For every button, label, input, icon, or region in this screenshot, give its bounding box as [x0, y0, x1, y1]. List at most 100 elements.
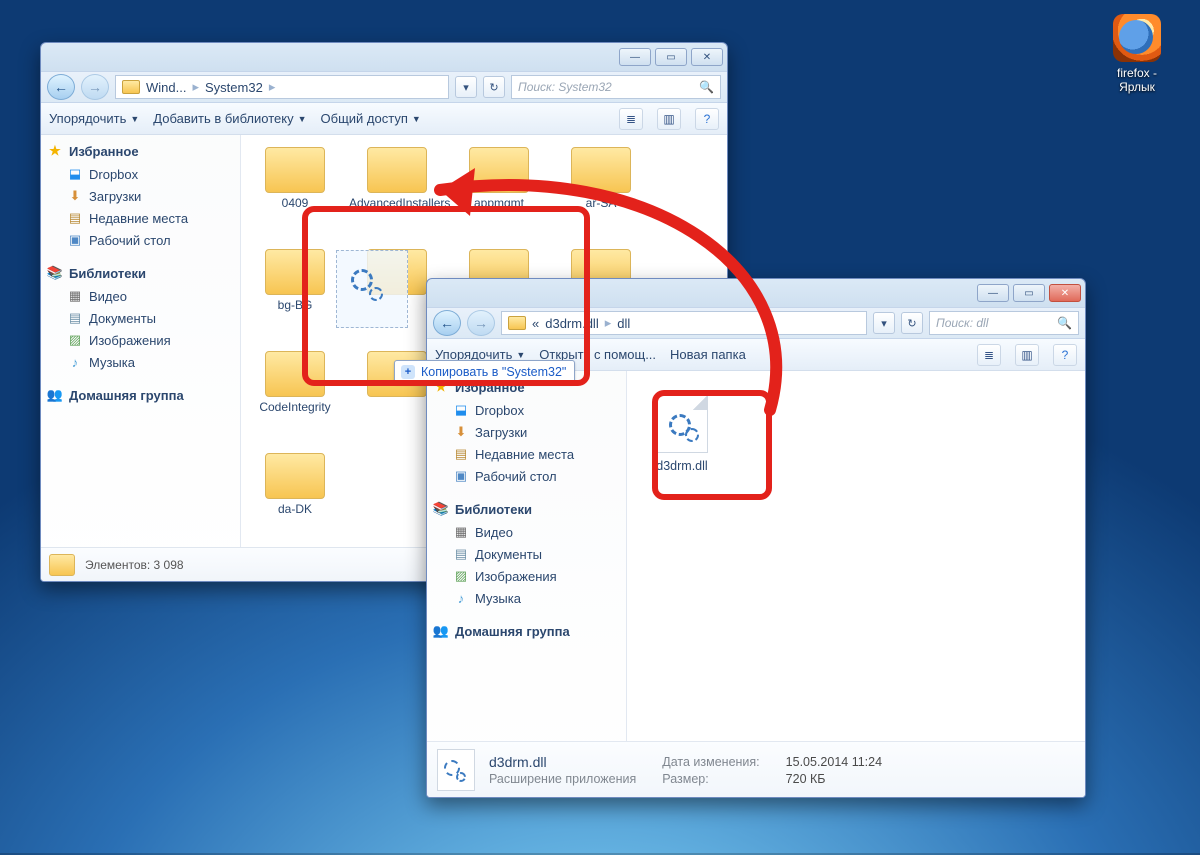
search-placeholder: Поиск: System32	[518, 80, 612, 94]
sidebar-item-dropbox[interactable]: ⬓Dropbox	[433, 399, 620, 421]
library-icon: 📚	[47, 265, 63, 281]
new-folder-button[interactable]: Новая папка	[670, 347, 746, 362]
refresh-button[interactable]: ↻	[483, 76, 505, 98]
search-input[interactable]: Поиск: dll 🔍	[929, 311, 1079, 335]
file-label: d3drm.dll	[647, 459, 717, 473]
folder-item[interactable]: 0409	[247, 145, 343, 241]
folder-content[interactable]: d3drm.dll	[627, 371, 1085, 741]
sidebar-item-documents[interactable]: ▤Документы	[433, 543, 620, 565]
downloads-icon: ⬇	[67, 188, 83, 204]
breadcrumb[interactable]: Wind... ▸ System32 ▸	[115, 75, 449, 99]
search-input[interactable]: Поиск: System32 🔍	[511, 75, 721, 99]
help-button[interactable]: ?	[695, 108, 719, 130]
document-icon: ▤	[67, 310, 83, 326]
nav-back-button[interactable]: ←	[47, 74, 75, 100]
desktop-shortcut-firefox[interactable]: firefox - Ярлык	[1104, 14, 1170, 94]
help-button[interactable]: ?	[1053, 344, 1077, 366]
breadcrumb[interactable]: « d3drm.dll ▸ dll	[501, 311, 867, 335]
sidebar-item-desktop[interactable]: ▣Рабочий стол	[433, 465, 620, 487]
music-icon: ♪	[67, 354, 83, 370]
breadcrumb-item[interactable]: Wind...	[146, 80, 186, 95]
breadcrumb-item[interactable]: System32	[205, 80, 263, 95]
desktop-icon: ▣	[67, 232, 83, 248]
folder-item[interactable]: da-DK	[247, 451, 343, 547]
view-options-button[interactable]: ≣	[619, 108, 643, 130]
nav-forward-button[interactable]: →	[81, 74, 109, 100]
star-icon: ★	[47, 143, 63, 159]
folder-item[interactable]: CodeIntegrity	[247, 349, 343, 445]
folder-icon	[367, 147, 427, 193]
sidebar-item-documents[interactable]: ▤Документы	[47, 307, 234, 329]
folder-icon	[469, 147, 529, 193]
scene: firefox - Ярлык — ▭ ✕ ← → Wind... ▸ Syst…	[0, 0, 1200, 855]
shortcut-label: firefox - Ярлык	[1104, 66, 1170, 94]
sidebar-item-pictures[interactable]: ▨Изображения	[47, 329, 234, 351]
preview-pane-button[interactable]: ▥	[657, 108, 681, 130]
navigation-pane[interactable]: ★Избранное ⬓Dropbox ⬇Загрузки ▤Недавние …	[427, 371, 627, 741]
preview-pane-button[interactable]: ▥	[1015, 344, 1039, 366]
maximize-button[interactable]: ▭	[1013, 284, 1045, 302]
drag-preview	[336, 250, 408, 328]
breadcrumb-item[interactable]: dll	[617, 316, 630, 331]
status-text: Элементов: 3 098	[85, 558, 184, 572]
breadcrumb-overflow[interactable]: «	[532, 316, 539, 331]
sidebar-item-pictures[interactable]: ▨Изображения	[433, 565, 620, 587]
breadcrumb-dropdown[interactable]: ▾	[873, 312, 895, 334]
homegroup-icon: 👥	[433, 623, 449, 639]
search-placeholder: Поиск: dll	[936, 316, 988, 330]
video-icon: ▦	[453, 524, 469, 540]
image-icon: ▨	[67, 332, 83, 348]
sidebar-item-videos[interactable]: ▦Видео	[433, 521, 620, 543]
close-button[interactable]: ✕	[1049, 284, 1081, 302]
sidebar-item-downloads[interactable]: ⬇Загрузки	[47, 185, 234, 207]
chevron-right-icon: ▸	[605, 315, 612, 331]
sidebar-item-music[interactable]: ♪Музыка	[47, 351, 234, 373]
command-bar: Упорядочить▼ Добавить в библиотеку▼ Общи…	[41, 103, 727, 135]
sidebar-item-videos[interactable]: ▦Видео	[47, 285, 234, 307]
titlebar[interactable]: — ▭ ✕	[427, 279, 1085, 307]
breadcrumb-dropdown[interactable]: ▾	[455, 76, 477, 98]
close-button[interactable]: ✕	[691, 48, 723, 66]
sidebar-group-libraries[interactable]: 📚Библиотеки	[47, 265, 234, 281]
navigation-pane[interactable]: ★Избранное ⬓Dropbox ⬇Загрузки ▤Недавние …	[41, 135, 241, 547]
folder-icon	[265, 453, 325, 499]
maximize-button[interactable]: ▭	[655, 48, 687, 66]
sidebar-group-homegroup[interactable]: 👥Домашняя группа	[433, 623, 620, 639]
folder-item[interactable]: ar-SA	[553, 145, 649, 241]
minimize-button[interactable]: —	[619, 48, 651, 66]
folder-icon	[265, 147, 325, 193]
sidebar-item-desktop[interactable]: ▣Рабочий стол	[47, 229, 234, 251]
downloads-icon: ⬇	[453, 424, 469, 440]
drag-tooltip-text: Копировать в "System32"	[421, 365, 566, 379]
homegroup-icon: 👥	[47, 387, 63, 403]
organize-menu[interactable]: Упорядочить▼	[49, 111, 139, 126]
folder-icon	[265, 249, 325, 295]
sidebar-group-libraries[interactable]: 📚Библиотеки	[433, 501, 620, 517]
sidebar-item-dropbox[interactable]: ⬓Dropbox	[47, 163, 234, 185]
file-item-d3drm[interactable]: d3drm.dll	[647, 395, 717, 473]
sidebar-item-recent[interactable]: ▤Недавние места	[47, 207, 234, 229]
nav-back-button[interactable]: ←	[433, 310, 461, 336]
folder-item[interactable]: AdvancedInstallers	[349, 145, 445, 241]
sidebar-item-recent[interactable]: ▤Недавние места	[433, 443, 620, 465]
sidebar-group-favorites[interactable]: ★Избранное	[47, 143, 234, 159]
sidebar-item-downloads[interactable]: ⬇Загрузки	[433, 421, 620, 443]
share-menu[interactable]: Общий доступ▼	[321, 111, 421, 126]
dll-file-icon	[437, 749, 475, 791]
folder-item[interactable]: appmgmt	[451, 145, 547, 241]
titlebar[interactable]: — ▭ ✕	[41, 43, 727, 71]
add-to-library-menu[interactable]: Добавить в библиотеку▼	[153, 111, 306, 126]
folder-item[interactable]: bg-BG	[247, 247, 343, 343]
explorer-window-dll[interactable]: — ▭ ✕ ← → « d3drm.dll ▸ dll ▾ ↻ Поиск: d…	[426, 278, 1086, 798]
view-options-button[interactable]: ≣	[977, 344, 1001, 366]
breadcrumb-item[interactable]: d3drm.dll	[545, 316, 598, 331]
refresh-button[interactable]: ↻	[901, 312, 923, 334]
nav-forward-button[interactable]: →	[467, 310, 495, 336]
sidebar-item-music[interactable]: ♪Музыка	[433, 587, 620, 609]
minimize-button[interactable]: —	[977, 284, 1009, 302]
video-icon: ▦	[67, 288, 83, 304]
details-date-label: Дата изменения:	[662, 755, 759, 769]
desktop-icon: ▣	[453, 468, 469, 484]
recent-icon: ▤	[453, 446, 469, 462]
sidebar-group-homegroup[interactable]: 👥Домашняя группа	[47, 387, 234, 403]
